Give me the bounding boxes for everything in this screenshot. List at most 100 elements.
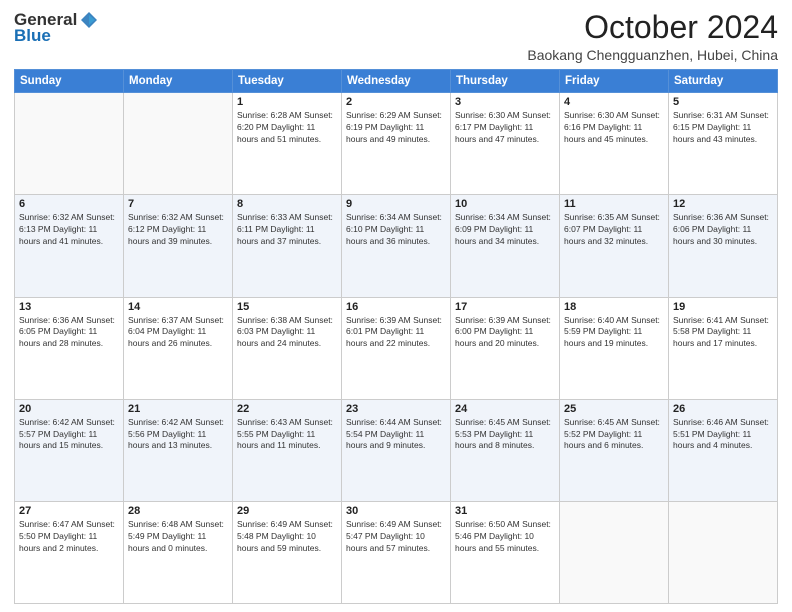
day-number: 3	[455, 96, 555, 108]
day-number: 13	[19, 301, 119, 313]
day-info: Sunrise: 6:36 AM Sunset: 6:05 PM Dayligh…	[19, 315, 119, 351]
day-number: 19	[673, 301, 773, 313]
day-info: Sunrise: 6:42 AM Sunset: 5:57 PM Dayligh…	[19, 417, 119, 453]
day-info: Sunrise: 6:50 AM Sunset: 5:46 PM Dayligh…	[455, 519, 555, 555]
calendar-cell: 30 Sunrise: 6:49 AM Sunset: 5:47 PM Dayli…	[342, 501, 451, 603]
calendar-cell: 26Sunrise: 6:46 AM Sunset: 5:51 PM Dayli…	[669, 399, 778, 501]
day-info: Sunrise: 6:34 AM Sunset: 6:09 PM Dayligh…	[455, 212, 555, 248]
day-number: 29	[237, 505, 337, 517]
day-info: Sunrise: 6:44 AM Sunset: 5:54 PM Dayligh…	[346, 417, 446, 453]
page: General Blue October 2024 Baokang Chengg…	[0, 0, 792, 612]
day-number: 14	[128, 301, 228, 313]
day-number: 28	[128, 505, 228, 517]
day-number: 18	[564, 301, 664, 313]
day-info: Sunrise: 6:41 AM Sunset: 5:58 PM Dayligh…	[673, 315, 773, 351]
week-row-5: 27Sunrise: 6:47 AM Sunset: 5:50 PM Dayli…	[15, 501, 778, 603]
calendar-cell: 18 Sunrise: 6:40 AM Sunset: 5:59 PM Dayli…	[560, 297, 669, 399]
calendar-cell: 27Sunrise: 6:47 AM Sunset: 5:50 PM Dayli…	[15, 501, 124, 603]
calendar-cell: 5 Sunrise: 6:31 AM Sunset: 6:15 PM Daylig…	[669, 93, 778, 195]
day-info: Sunrise: 6:45 AM Sunset: 5:52 PM Dayligh…	[564, 417, 664, 453]
day-number: 10	[455, 198, 555, 210]
calendar-cell: 21 Sunrise: 6:42 AM Sunset: 5:56 PM Dayli…	[124, 399, 233, 501]
calendar-cell: 22 Sunrise: 6:43 AM Sunset: 5:55 PM Dayli…	[233, 399, 342, 501]
day-number: 5	[673, 96, 773, 108]
day-info: Sunrise: 6:45 AM Sunset: 5:53 PM Dayligh…	[455, 417, 555, 453]
calendar-cell: 9Sunrise: 6:34 AM Sunset: 6:10 PM Daylig…	[342, 195, 451, 297]
day-info: Sunrise: 6:42 AM Sunset: 5:56 PM Dayligh…	[128, 417, 228, 453]
calendar-cell: 2Sunrise: 6:29 AM Sunset: 6:19 PM Daylig…	[342, 93, 451, 195]
day-number: 22	[237, 403, 337, 415]
day-info: Sunrise: 6:48 AM Sunset: 5:49 PM Dayligh…	[128, 519, 228, 555]
day-info: Sunrise: 6:33 AM Sunset: 6:11 PM Dayligh…	[237, 212, 337, 248]
weekday-header-monday: Monday	[124, 70, 233, 93]
calendar-cell: 10 Sunrise: 6:34 AM Sunset: 6:09 PM Dayli…	[451, 195, 560, 297]
calendar-cell	[124, 93, 233, 195]
day-info: Sunrise: 6:49 AM Sunset: 5:48 PM Dayligh…	[237, 519, 337, 555]
day-number: 27	[19, 505, 119, 517]
weekday-header-sunday: Sunday	[15, 70, 124, 93]
header-right: October 2024 Baokang Chengguanzhen, Hube…	[527, 10, 778, 63]
calendar-cell: 7Sunrise: 6:32 AM Sunset: 6:12 PM Daylig…	[124, 195, 233, 297]
day-number: 15	[237, 301, 337, 313]
calendar-cell: 8 Sunrise: 6:33 AM Sunset: 6:11 PM Daylig…	[233, 195, 342, 297]
header: General Blue October 2024 Baokang Chengg…	[14, 10, 778, 63]
calendar-cell: 31Sunrise: 6:50 AM Sunset: 5:46 PM Dayli…	[451, 501, 560, 603]
day-number: 4	[564, 96, 664, 108]
day-number: 17	[455, 301, 555, 313]
day-number: 24	[455, 403, 555, 415]
weekday-header-row: SundayMondayTuesdayWednesdayThursdayFrid…	[15, 70, 778, 93]
calendar-cell: 3 Sunrise: 6:30 AM Sunset: 6:17 PM Daylig…	[451, 93, 560, 195]
calendar-cell	[669, 501, 778, 603]
calendar-cell: 14 Sunrise: 6:37 AM Sunset: 6:04 PM Dayli…	[124, 297, 233, 399]
day-number: 8	[237, 198, 337, 210]
day-number: 6	[19, 198, 119, 210]
day-number: 11	[564, 198, 664, 210]
calendar-cell: 24 Sunrise: 6:45 AM Sunset: 5:53 PM Dayli…	[451, 399, 560, 501]
calendar-table: SundayMondayTuesdayWednesdayThursdayFrid…	[14, 69, 778, 604]
week-row-1: 1 Sunrise: 6:28 AM Sunset: 6:20 PM Daylig…	[15, 93, 778, 195]
calendar-cell	[15, 93, 124, 195]
day-info: Sunrise: 6:36 AM Sunset: 6:06 PM Dayligh…	[673, 212, 773, 248]
calendar-cell	[560, 501, 669, 603]
day-number: 26	[673, 403, 773, 415]
day-number: 21	[128, 403, 228, 415]
calendar-cell: 25 Sunrise: 6:45 AM Sunset: 5:52 PM Dayli…	[560, 399, 669, 501]
calendar-cell: 12 Sunrise: 6:36 AM Sunset: 6:06 PM Dayli…	[669, 195, 778, 297]
calendar-cell: 20 Sunrise: 6:42 AM Sunset: 5:57 PM Dayli…	[15, 399, 124, 501]
logo-icon	[79, 10, 99, 30]
calendar-cell: 15 Sunrise: 6:38 AM Sunset: 6:03 PM Dayli…	[233, 297, 342, 399]
day-number: 1	[237, 96, 337, 108]
location-title: Baokang Chengguanzhen, Hubei, China	[527, 47, 778, 63]
week-row-2: 6Sunrise: 6:32 AM Sunset: 6:13 PM Daylig…	[15, 195, 778, 297]
calendar-cell: 13 Sunrise: 6:36 AM Sunset: 6:05 PM Dayli…	[15, 297, 124, 399]
day-info: Sunrise: 6:43 AM Sunset: 5:55 PM Dayligh…	[237, 417, 337, 453]
day-number: 30	[346, 505, 446, 517]
day-info: Sunrise: 6:37 AM Sunset: 6:04 PM Dayligh…	[128, 315, 228, 351]
calendar-cell: 1 Sunrise: 6:28 AM Sunset: 6:20 PM Daylig…	[233, 93, 342, 195]
calendar-cell: 6Sunrise: 6:32 AM Sunset: 6:13 PM Daylig…	[15, 195, 124, 297]
day-info: Sunrise: 6:30 AM Sunset: 6:17 PM Dayligh…	[455, 110, 555, 146]
day-info: Sunrise: 6:39 AM Sunset: 6:00 PM Dayligh…	[455, 315, 555, 351]
day-info: Sunrise: 6:49 AM Sunset: 5:47 PM Dayligh…	[346, 519, 446, 555]
logo: General Blue	[14, 10, 99, 46]
calendar-cell: 23 Sunrise: 6:44 AM Sunset: 5:54 PM Dayli…	[342, 399, 451, 501]
weekday-header-tuesday: Tuesday	[233, 70, 342, 93]
day-number: 7	[128, 198, 228, 210]
calendar-cell: 4 Sunrise: 6:30 AM Sunset: 6:16 PM Daylig…	[560, 93, 669, 195]
day-info: Sunrise: 6:30 AM Sunset: 6:16 PM Dayligh…	[564, 110, 664, 146]
day-info: Sunrise: 6:34 AM Sunset: 6:10 PM Dayligh…	[346, 212, 446, 248]
day-number: 25	[564, 403, 664, 415]
day-number: 12	[673, 198, 773, 210]
calendar-cell: 28 Sunrise: 6:48 AM Sunset: 5:49 PM Dayli…	[124, 501, 233, 603]
day-info: Sunrise: 6:38 AM Sunset: 6:03 PM Dayligh…	[237, 315, 337, 351]
day-number: 16	[346, 301, 446, 313]
day-info: Sunrise: 6:40 AM Sunset: 5:59 PM Dayligh…	[564, 315, 664, 351]
day-info: Sunrise: 6:31 AM Sunset: 6:15 PM Dayligh…	[673, 110, 773, 146]
day-number: 20	[19, 403, 119, 415]
weekday-header-friday: Friday	[560, 70, 669, 93]
week-row-4: 20 Sunrise: 6:42 AM Sunset: 5:57 PM Dayli…	[15, 399, 778, 501]
day-info: Sunrise: 6:29 AM Sunset: 6:19 PM Dayligh…	[346, 110, 446, 146]
day-number: 23	[346, 403, 446, 415]
day-info: Sunrise: 6:39 AM Sunset: 6:01 PM Dayligh…	[346, 315, 446, 351]
day-info: Sunrise: 6:28 AM Sunset: 6:20 PM Dayligh…	[237, 110, 337, 146]
